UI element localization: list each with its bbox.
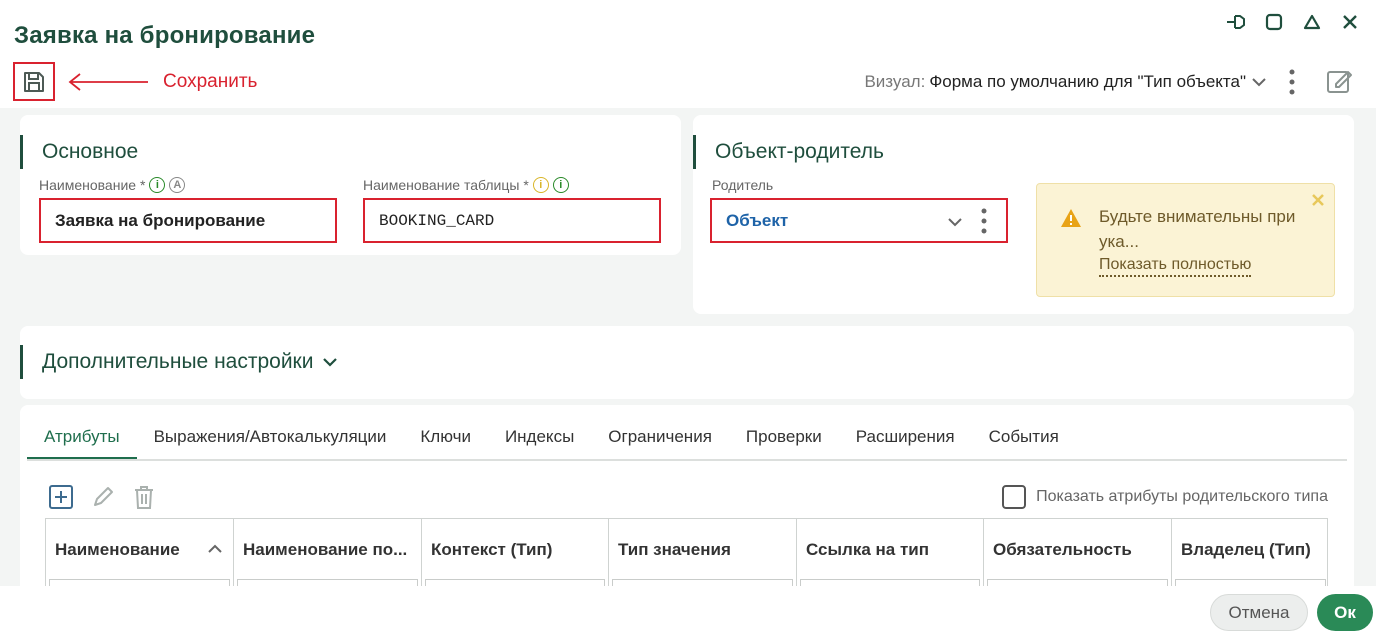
chevron-down-icon xyxy=(948,218,962,227)
show-parent-attrs-label: Показать атрибуты родительского типа xyxy=(1036,488,1328,505)
visual-value: Форма по умолчанию для "Тип объекта" xyxy=(929,72,1246,91)
tab-constraints[interactable]: Ограничения xyxy=(591,424,729,459)
filter-field[interactable] xyxy=(49,579,230,586)
parent-select[interactable]: Объект xyxy=(710,198,1008,243)
table-name-value: BOOKING_CARD xyxy=(379,211,495,230)
save-icon xyxy=(24,71,44,92)
extra-settings-title: Дополнительные настройки xyxy=(20,345,339,379)
filter-field[interactable] xyxy=(612,579,793,586)
tab-expressions[interactable]: Выражения/Автокалькуляции xyxy=(137,424,404,459)
page-title: Заявка на бронирование xyxy=(14,22,316,49)
tab-checks[interactable]: Проверки xyxy=(729,424,839,459)
tab-attributes[interactable]: Атрибуты xyxy=(27,424,137,459)
auto-icon[interactable]: A xyxy=(169,177,186,193)
name-field-label: Наименование * i A xyxy=(39,177,186,193)
table-name-field[interactable]: BOOKING_CARD xyxy=(363,198,661,243)
column-header-context[interactable]: Контекст (Тип) xyxy=(422,519,609,586)
column-header-required[interactable]: Обязательность xyxy=(984,519,1172,586)
visual-selector[interactable]: Визуал: Форма по умолчанию для "Тип объе… xyxy=(864,72,1268,92)
add-icon[interactable] xyxy=(48,484,74,510)
warning-banner: Будьте внимательны при ука... Показать п… xyxy=(1036,183,1335,297)
column-header-name[interactable]: Наименование xyxy=(46,519,234,586)
parent-section-card: Объект-родитель Родитель Объект Будьте в… xyxy=(693,115,1354,314)
warning-icon xyxy=(1061,209,1081,227)
window-controls xyxy=(1224,10,1362,34)
collapse-icon[interactable] xyxy=(1300,10,1324,34)
column-header-owner[interactable]: Владелец (Тип) xyxy=(1172,519,1327,586)
attributes-table: Наименование Наименование по... Контекст… xyxy=(45,518,1328,586)
close-icon[interactable] xyxy=(1312,194,1324,206)
extra-settings-card[interactable]: Дополнительные настройки xyxy=(20,326,1354,399)
show-full-link[interactable]: Показать полностью xyxy=(1099,256,1252,277)
tab-indexes[interactable]: Индексы xyxy=(488,424,591,459)
show-parent-attrs-checkbox[interactable] xyxy=(1002,485,1027,509)
booking-form-window: Заявка на бронирование Сохранить Визуал:… xyxy=(0,0,1376,636)
pin-icon[interactable] xyxy=(1224,10,1248,34)
filter-field[interactable] xyxy=(237,579,418,586)
more-options-icon[interactable] xyxy=(1288,69,1296,95)
info-icon[interactable]: i xyxy=(149,177,166,193)
maximize-icon[interactable] xyxy=(1262,10,1286,34)
tab-events[interactable]: События xyxy=(972,424,1076,459)
main-section-card: Основное Наименование * i A Заявка на бр… xyxy=(20,115,681,255)
filter-field[interactable] xyxy=(987,579,1168,586)
save-button[interactable] xyxy=(13,62,55,101)
warning-text: Будьте внимательны при ука... xyxy=(1099,207,1296,251)
name-field-value: Заявка на бронирование xyxy=(55,210,266,230)
table-field-label: Наименование таблицы * i i xyxy=(363,177,569,193)
main-section-title: Основное xyxy=(20,135,138,169)
chevron-down-icon xyxy=(1252,78,1266,87)
filter-field[interactable] xyxy=(425,579,605,586)
chevron-down-icon xyxy=(323,358,338,367)
table-toolbar xyxy=(48,484,156,510)
sort-asc-icon[interactable] xyxy=(207,541,223,557)
info-icon[interactable]: i xyxy=(552,177,569,193)
tabs-bar: Атрибуты Выражения/Автокалькуляции Ключи… xyxy=(27,424,1347,461)
more-options-icon[interactable] xyxy=(980,208,988,234)
column-header-value-type[interactable]: Тип значения xyxy=(609,519,797,586)
show-parent-attrs-row[interactable]: Показать атрибуты родительского типа xyxy=(1002,485,1328,509)
filter-field[interactable] xyxy=(1175,579,1326,586)
save-annotation: Сохранить xyxy=(163,71,258,92)
filter-field[interactable] xyxy=(800,579,980,586)
tab-keys[interactable]: Ключи xyxy=(403,424,488,459)
header: Заявка на бронирование Сохранить Визуал:… xyxy=(0,0,1376,108)
ok-button[interactable]: Ок xyxy=(1317,594,1373,631)
close-icon[interactable] xyxy=(1338,10,1362,34)
parent-section-title: Объект-родитель xyxy=(693,135,884,169)
column-header-type-ref[interactable]: Ссылка на тип xyxy=(797,519,984,586)
tab-extensions[interactable]: Расширения xyxy=(839,424,972,459)
footer: Отмена Ок xyxy=(0,586,1376,636)
visual-label: Визуал: xyxy=(864,72,926,91)
edit-form-icon[interactable] xyxy=(1324,66,1354,96)
parent-field-label: Родитель xyxy=(712,177,774,193)
parent-select-value: Объект xyxy=(726,210,789,230)
name-field[interactable]: Заявка на бронирование xyxy=(39,198,337,243)
info-icon[interactable]: i xyxy=(532,177,549,193)
pencil-icon[interactable] xyxy=(90,484,116,510)
cancel-button[interactable]: Отмена xyxy=(1210,594,1308,631)
annotation-arrow-icon xyxy=(68,73,148,91)
trash-icon[interactable] xyxy=(132,484,156,510)
column-header-full-name[interactable]: Наименование по... xyxy=(234,519,422,586)
